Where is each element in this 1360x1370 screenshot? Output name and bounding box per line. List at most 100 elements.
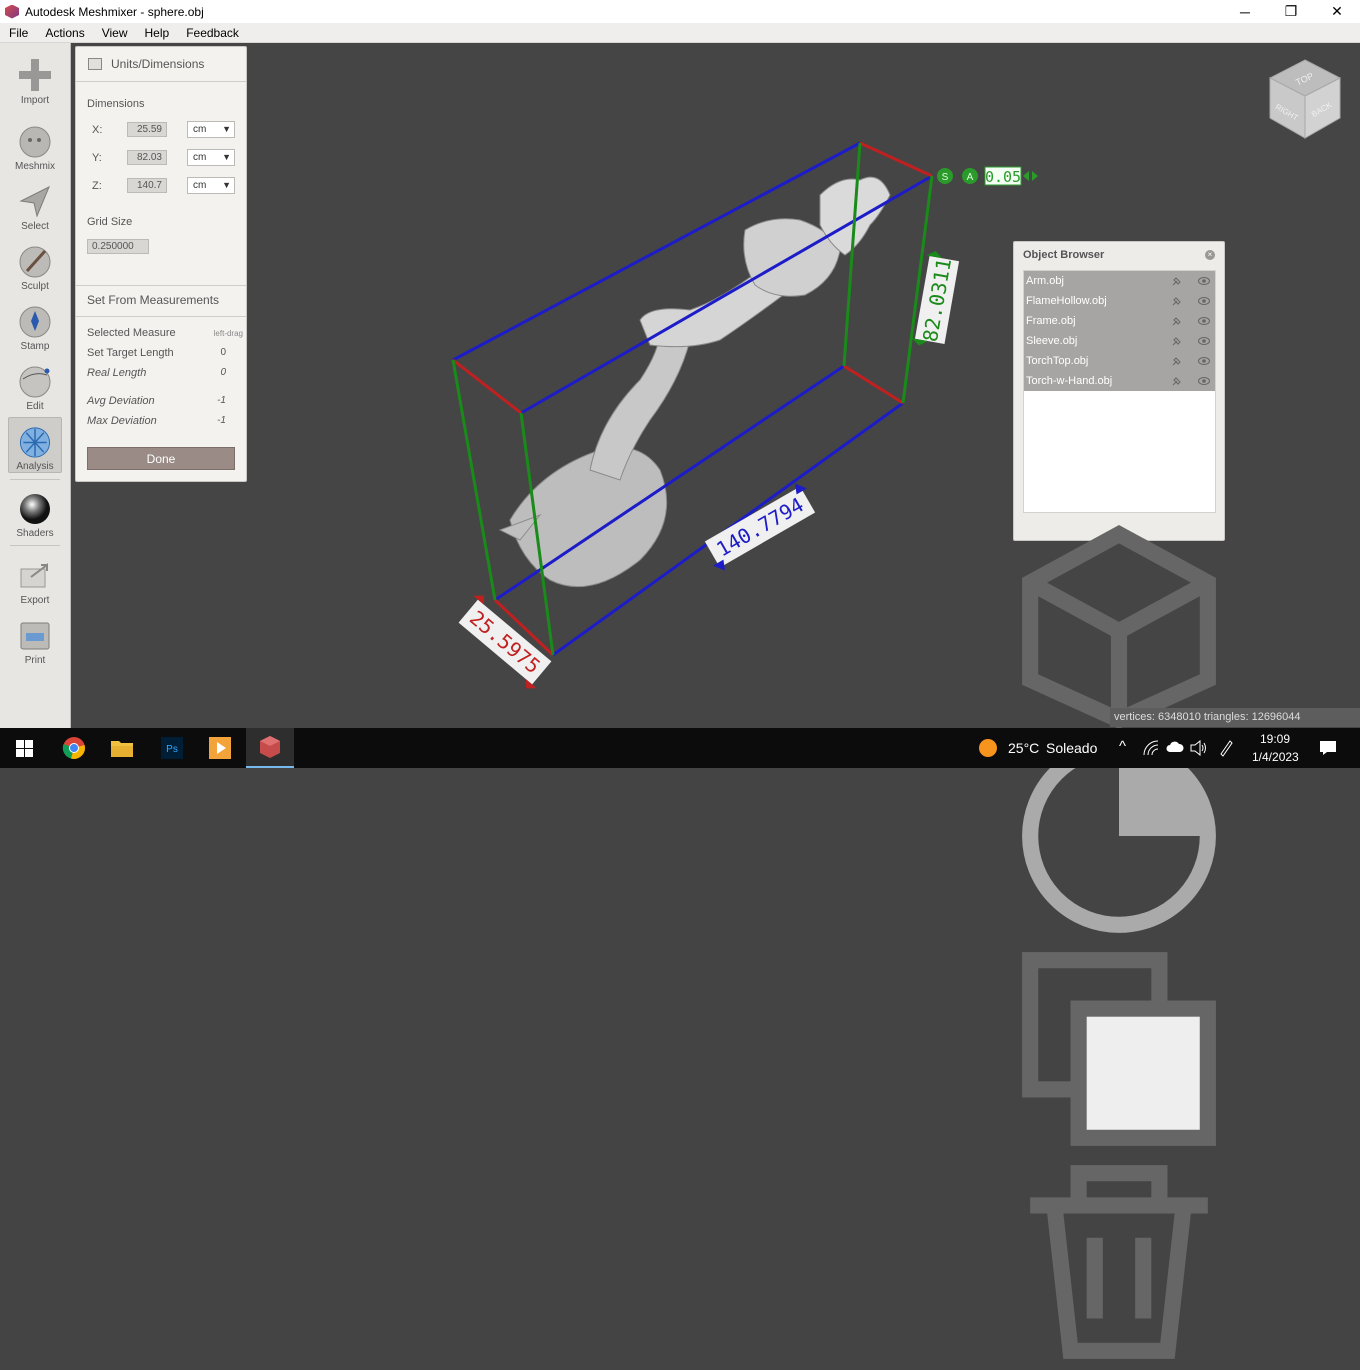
z-dimension-field[interactable]: 140.7 <box>127 178 167 193</box>
chevron-up-icon[interactable]: ^ <box>1119 738 1126 755</box>
dimension-label-y[interactable]: 82.0311 <box>911 250 960 350</box>
eye-icon[interactable] <box>1198 275 1210 287</box>
tool-export[interactable]: Export <box>8 551 62 607</box>
cloud-icon[interactable] <box>1166 741 1184 753</box>
start-button[interactable] <box>0 728 48 768</box>
pin-icon[interactable] <box>1171 315 1183 327</box>
object-item-label: Arm.obj <box>1026 275 1064 287</box>
y-unit-select[interactable]: cm <box>187 149 235 166</box>
grid-size-field[interactable]: 0.250000 <box>87 239 149 254</box>
dimension-label-x[interactable]: 25.5975 <box>449 590 560 693</box>
sun-weather-icon[interactable] <box>978 738 998 758</box>
object-item-label: Sleeve.obj <box>1026 335 1078 347</box>
object-item-torchtop[interactable]: TorchTop.obj <box>1024 351 1215 371</box>
pin-icon[interactable] <box>1171 275 1183 287</box>
svg-text:A: A <box>967 172 974 183</box>
torch-arm-model[interactable] <box>498 176 891 588</box>
x-dimension-field[interactable]: 25.59 <box>127 122 167 137</box>
pin-icon[interactable] <box>1171 295 1183 307</box>
z-unit-select[interactable]: cm <box>187 177 235 194</box>
folder-icon <box>111 741 133 757</box>
y-label: Y: <box>92 152 102 164</box>
object-browser-close-icon[interactable]: × <box>1205 250 1215 260</box>
menu-help[interactable]: Help <box>136 26 178 40</box>
tool-analysis[interactable]: Analysis <box>8 417 62 473</box>
section-divider <box>76 285 246 286</box>
object-browser-title: Object Browser <box>1023 249 1105 261</box>
close-button[interactable]: ✕ <box>1314 0 1360 23</box>
max-deviation-label: Max Deviation <box>87 415 157 427</box>
taskbar-chrome[interactable] <box>50 728 98 768</box>
tool-import[interactable]: Import <box>8 51 62 107</box>
x-unit-select[interactable]: cm <box>187 121 235 138</box>
target-length-value[interactable]: 0 <box>220 347 226 358</box>
dimensions-label: Dimensions <box>87 98 145 110</box>
clock-date[interactable]: 1/4/2023 <box>1252 750 1299 764</box>
object-item-label: Frame.obj <box>1026 315 1076 327</box>
taskbar-file-explorer[interactable] <box>98 728 146 768</box>
object-item-label: FlameHollow.obj <box>1026 295 1107 307</box>
snap-s-button[interactable]: S <box>937 168 953 184</box>
windows-logo-icon <box>15 739 33 757</box>
menu-bar: File Actions View Help Feedback <box>0 23 1360 43</box>
taskbar-media-player[interactable] <box>196 728 244 768</box>
y-dimension-field[interactable]: 82.03 <box>127 150 167 165</box>
pin-icon[interactable] <box>1171 355 1183 367</box>
tool-select[interactable]: Select <box>8 177 62 233</box>
menu-file[interactable]: File <box>0 26 36 40</box>
shader-sphere-icon <box>20 494 50 524</box>
volume-icon[interactable] <box>1190 740 1208 756</box>
grid-size-label: Grid Size <box>87 216 133 228</box>
dimension-value-x: 25.5975 <box>465 606 545 679</box>
minimize-button[interactable]: ─ <box>1222 0 1268 23</box>
menu-view[interactable]: View <box>93 26 136 40</box>
cube-icon[interactable] <box>1014 518 1224 729</box>
tool-sculpt-label: Sculpt <box>21 281 49 292</box>
eye-icon[interactable] <box>1198 295 1210 307</box>
clock-time[interactable]: 19:09 <box>1260 732 1290 746</box>
dimension-label-z[interactable]: 140.7794 <box>698 480 822 575</box>
done-button[interactable]: Done <box>87 447 235 470</box>
tool-sculpt[interactable]: Sculpt <box>8 237 62 293</box>
eye-icon[interactable] <box>1198 355 1210 367</box>
wifi-icon[interactable] <box>1143 740 1159 756</box>
object-item-sleeve[interactable]: Sleeve.obj <box>1024 331 1215 351</box>
tool-stamp[interactable]: Stamp <box>8 297 62 353</box>
eye-icon[interactable] <box>1198 335 1210 347</box>
object-item-flamehollow[interactable]: FlameHollow.obj <box>1024 291 1215 311</box>
bunny-icon <box>19 126 51 158</box>
tool-meshmix[interactable]: Meshmix <box>8 117 62 173</box>
taskbar-photoshop[interactable]: Ps <box>148 728 196 768</box>
trash-icon[interactable] <box>1014 1157 1224 1367</box>
weather-description[interactable]: Soleado <box>1046 740 1097 756</box>
tool-edit[interactable]: Edit <box>8 357 62 413</box>
eye-icon[interactable] <box>1198 315 1210 327</box>
menu-actions[interactable]: Actions <box>36 26 92 40</box>
notifications-icon[interactable] <box>1319 740 1337 756</box>
weather-temperature[interactable]: 25°C <box>1008 740 1039 756</box>
tool-shaders[interactable]: Shaders <box>8 484 62 540</box>
duplicate-icon[interactable] <box>1014 944 1224 1154</box>
brush-icon <box>19 246 51 278</box>
windows-taskbar: Ps 25°C Soleado ^ 19:09 1/4/2023 <box>0 728 1360 768</box>
export-icon <box>20 563 48 588</box>
set-from-measurements-title: Set From Measurements <box>87 293 220 307</box>
x-label: X: <box>92 124 103 136</box>
object-list: Arm.obj FlameHollow.obj Frame.obj Sleeve… <box>1023 270 1216 513</box>
maximize-button[interactable]: ❐ <box>1268 0 1314 23</box>
pin-icon[interactable] <box>1171 335 1183 347</box>
pen-icon[interactable] <box>1218 739 1234 757</box>
z-label: Z: <box>92 180 102 192</box>
object-item-arm[interactable]: Arm.obj <box>1024 271 1215 291</box>
view-cube[interactable]: TOP RIGHT BACK <box>1268 59 1342 139</box>
tool-print[interactable]: Print <box>8 611 62 667</box>
pin-icon[interactable] <box>1171 375 1183 387</box>
object-item-torch-w-hand[interactable]: Torch-w-Hand.obj <box>1024 371 1215 391</box>
object-item-frame[interactable]: Frame.obj <box>1024 311 1215 331</box>
svg-text:Ps: Ps <box>166 744 178 755</box>
menu-feedback[interactable]: Feedback <box>177 26 247 40</box>
snap-a-button[interactable]: A <box>962 168 978 184</box>
eye-icon[interactable] <box>1198 375 1210 387</box>
snap-value-field[interactable]: 0.05 <box>984 166 1038 186</box>
taskbar-meshmixer[interactable] <box>246 728 294 768</box>
